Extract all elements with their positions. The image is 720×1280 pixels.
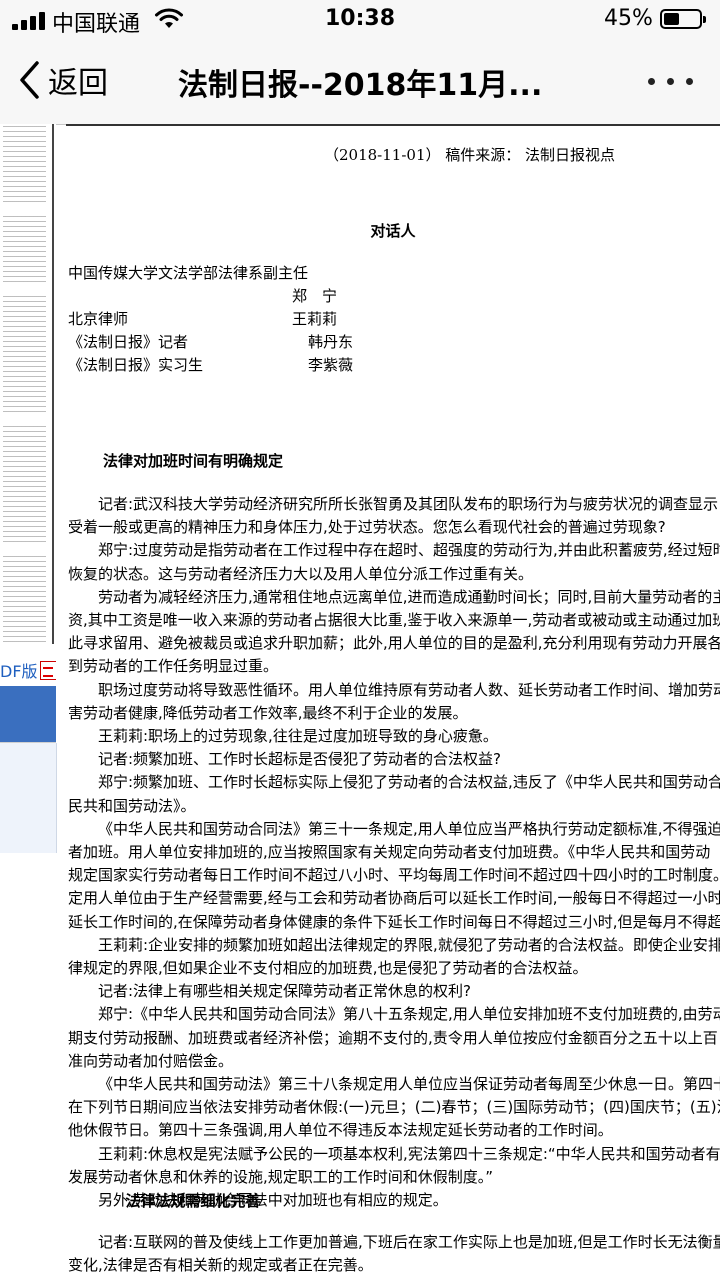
section-title-dialogue: 对话人	[370, 222, 416, 240]
article-line: 此寻求留用、避免被裁员或追求升职加薪；此外,用人单位的目的是盈利,充分利用现有劳…	[68, 634, 720, 653]
article-line: 变化,法律是否有相关新的规定或者正在完善。	[68, 1256, 373, 1275]
pdf-icon	[39, 661, 56, 680]
participant-name: 王莉莉	[292, 310, 338, 328]
chevron-left-icon	[20, 61, 39, 99]
article-line: 郑宁:频繁加班、工作时长超标实际上侵犯了劳动者的合法权益,违反了《中华人民共和国…	[98, 773, 720, 792]
participant-role: 北京律师	[68, 310, 129, 328]
article-line: 王莉莉:企业安排的频繁加班如超出法律规定的界限,就侵犯了劳动者的合法权益。即使企…	[98, 935, 720, 954]
article-line: 王莉莉:休息权是宪法赋予公民的一项基本权利,宪法第四十三条规定:“中华人民共和国…	[98, 1144, 720, 1163]
thumbnail-page[interactable]	[0, 124, 54, 644]
battery-percent: 45%	[604, 6, 653, 31]
back-button[interactable]: 返回	[18, 58, 108, 102]
pdf-version-label: DF版	[0, 662, 38, 680]
participant-role: 《法制日报》实习生	[68, 356, 204, 374]
nav-bar: 返回 法制日报--2018年11月...	[0, 40, 720, 125]
article-line: 准向劳动者加付赔偿金。	[68, 1051, 234, 1070]
article-line: 《中华人民共和国劳动合同法》第三十一条规定,用人单位应当严格执行劳动定额标准,不…	[98, 819, 720, 838]
article-line: 郑宁:《中华人民共和国劳动合同法》第八十五条规定,用人单位安排加班不支付加班费的…	[98, 1005, 720, 1024]
battery-level	[664, 13, 680, 25]
pdf-version-link[interactable]: DF版	[0, 658, 56, 680]
back-label: 返回	[48, 66, 108, 101]
article-line: 恢复的状态。这与劳动者经济压力大以及用人单位分派工作过重有关。	[68, 564, 534, 583]
sidebar-panel	[0, 743, 57, 853]
article-line: 规定国家实行劳动者每日工作时间不超过八小时、平均每周工作时间不超过四十四小时的工…	[68, 866, 720, 885]
article-line: 者加班。用人单位安排加班的,应当按照国家有关规定向劳动者支付加班费。《中华人民共…	[68, 843, 711, 861]
article-line: 记者:法律上有哪些相关规定保障劳动者正常休息的权利?	[98, 982, 472, 1001]
participant-role: 中国传媒大学文法学部法律系副主任	[68, 264, 309, 282]
article-line: 记者:频繁加班、工作时长超标是否侵犯了劳动者的合法权益?	[98, 750, 502, 769]
article-line: 他休假节日。第四十三条强调,用人单位不得违反本法规定延长劳动者的工作时间。	[68, 1121, 613, 1140]
status-bar: 中国联通 10:38 45%	[0, 0, 720, 40]
section-heading: 法律法规需细化完善	[125, 1192, 261, 1210]
section-heading: 法律对加班时间有明确规定	[102, 452, 283, 470]
sidebar-highlight	[0, 686, 56, 742]
more-dots-icon[interactable]	[648, 78, 694, 86]
article-line: 受着一般或更高的精神压力和身体压力,处于过劳状态。您怎么看现代社会的普遍过劳现象…	[68, 518, 666, 537]
participant-role: 《法制日报》记者	[68, 333, 189, 351]
participant-name: 韩丹东	[308, 333, 354, 351]
page-title: 法制日报--2018年11月...	[178, 68, 543, 103]
article-line: 记者:互联网的普及使线上工作更加普遍,下班后在家工作实际上也是加班,但是工作时长…	[98, 1233, 720, 1251]
newspaper-thumbnail[interactable]: DF版	[0, 124, 57, 1280]
article: （2018-11-01） 稿件来源： 法制日报视点 对话人 中国传媒大学文法学部…	[66, 124, 720, 1280]
article-line: 延长工作时间的,在保障劳动者身体健康的条件下延长工作时间每日不得超过三小时,但是…	[68, 912, 720, 931]
article-line: 郑宁:过度劳动是指劳动者在工作过程中存在超时、超强度的劳动行为,并由此积蓄疲劳,…	[98, 541, 720, 560]
article-line: 王莉莉:职场上的过劳现象,往往是过度加班导致的身心疲惫。	[98, 727, 498, 745]
article-line: 律规定的界限,但如果企业不支付相应的加班费,也是侵犯了劳动者的合法权益。	[68, 959, 588, 977]
article-line: 期支付劳动报酬、加班费或者经济补偿；逾期不支付的,责令用人单位按应付金额百分之五…	[68, 1028, 718, 1047]
article-line: 职场过度劳动将导致恶性循环。用人单位维持原有劳动者人数、延长劳动者工作时间、增加…	[98, 680, 720, 699]
article-line: 害劳动者健康,降低劳动者工作效率,最终不利于企业的发展。	[68, 703, 468, 722]
article-line: 民共和国劳动法》。	[68, 796, 196, 815]
article-line: 记者:武汉科技大学劳动经济研究所所长张智勇及其团队发布的职场行为与疲劳状况的调查…	[98, 495, 719, 513]
article-line: 劳动者为减轻经济压力,通常租住地点远离单位,进而造成通勤时间长；同时,目前大量劳…	[98, 587, 720, 606]
article-line: 《中华人民共和国劳动法》第三十八条规定用人单位应当保证劳动者每周至少休息一日。第…	[98, 1075, 720, 1093]
article-line: 发展劳动者休息和休养的设施,规定职工的工作时间和休假制度。”	[68, 1167, 494, 1186]
article-line: 到劳动者的工作任务明显过重。	[68, 657, 279, 676]
article-line: 定用人单位由于生产经营需要,经与工会和劳动者协商后可以延长工作时间,一般每日不得…	[68, 889, 720, 908]
battery-icon	[660, 9, 706, 29]
article-meta: （2018-11-01） 稿件来源： 法制日报视点	[324, 146, 616, 164]
article-line: 资,其中工资是唯一收入来源的劳动者占据很大比重,鉴于收入来源单一,劳动者或被动或…	[68, 611, 720, 629]
participant-name: 李紫薇	[308, 356, 354, 374]
participant-name: 郑 宁	[292, 287, 338, 305]
article-line: 在下列节日期间应当依法安排劳动者休假:(一)元旦；(二)春节；(三)国际劳动节；…	[68, 1098, 720, 1117]
